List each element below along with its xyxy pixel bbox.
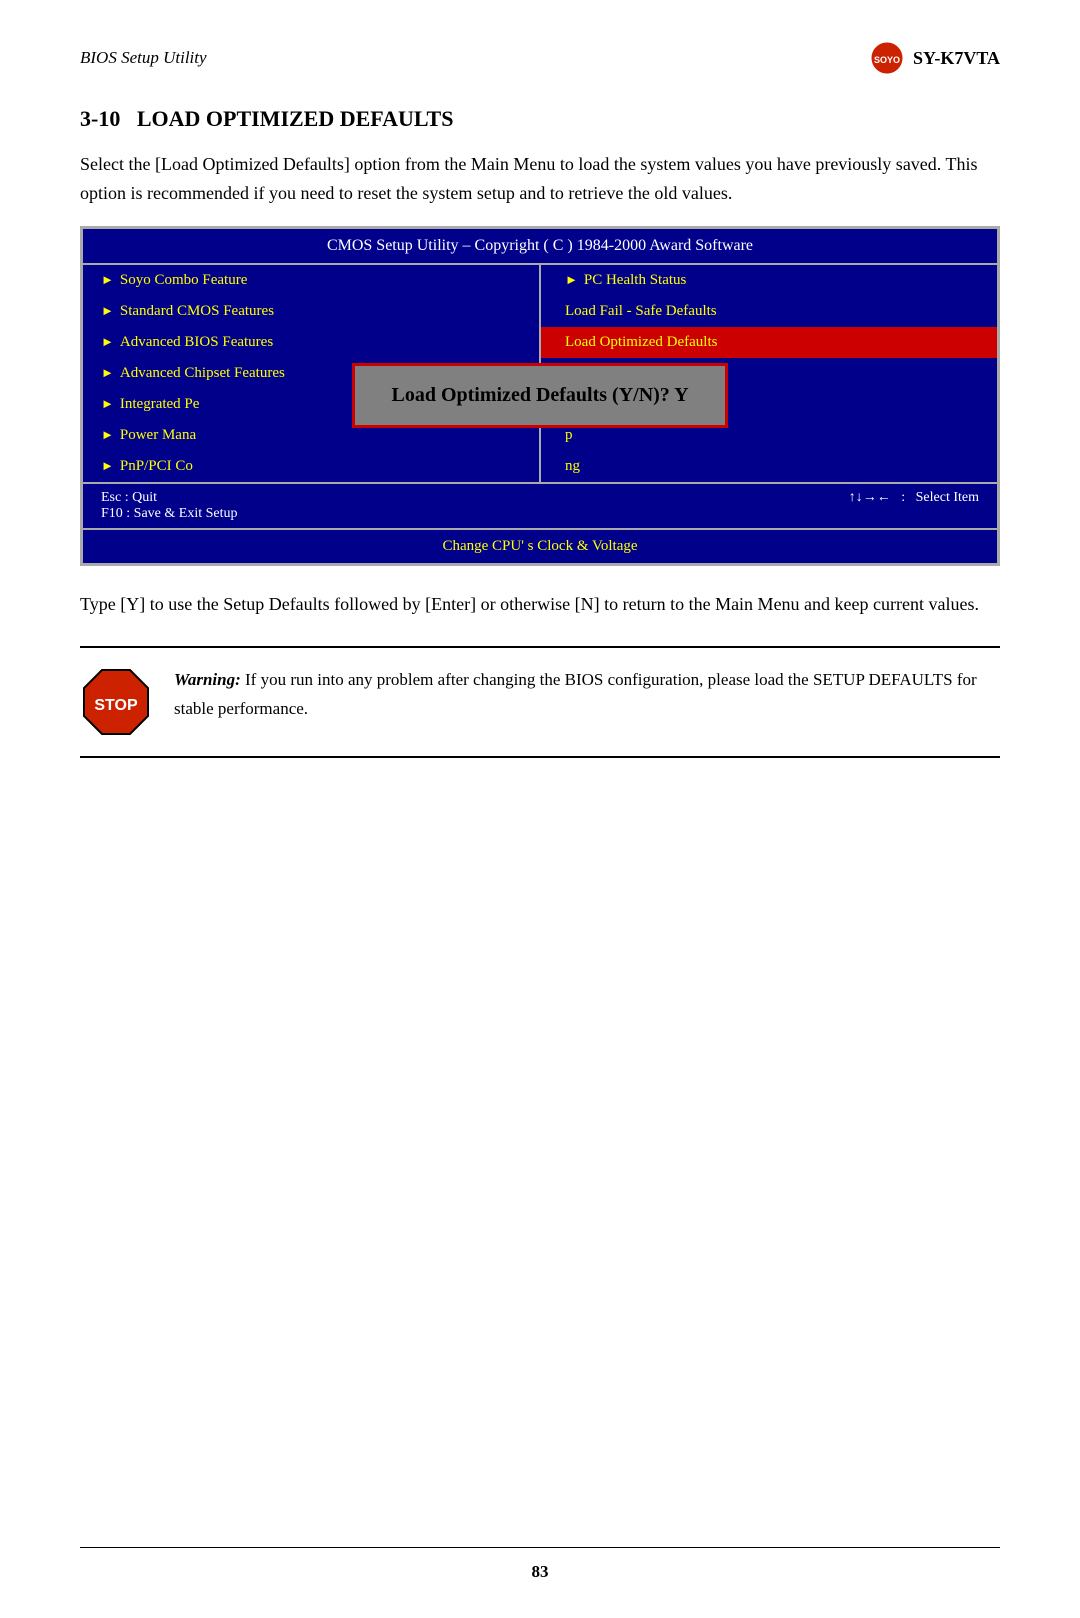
arrow-icon: ► (101, 458, 114, 474)
page: BIOS Setup Utility SOYO SY-K7VTA 3-10 LO… (0, 0, 1080, 1618)
warning-bold: Warning: (174, 670, 241, 689)
arrow-icon: ► (565, 272, 578, 288)
arrow-icon: ► (101, 427, 114, 443)
bios-item-soyo-combo[interactable]: ► Soyo Combo Feature (83, 265, 539, 296)
bios-screen: CMOS Setup Utility – Copyright ( C ) 198… (80, 226, 1000, 566)
bios-dialog-text: Load Optimized Defaults (Y/N)? Y (391, 384, 688, 406)
bios-dialog[interactable]: Load Optimized Defaults (Y/N)? Y (352, 363, 727, 428)
bios-footer-row-2: F10 : Save & Exit Setup (101, 506, 979, 522)
section-number: 3-10 (80, 106, 120, 131)
warning-text: Warning: If you run into any problem aft… (174, 666, 1000, 724)
arrow-icon: ► (101, 396, 114, 412)
svg-text:SOYO: SOYO (874, 55, 900, 65)
bios-item-label: PnP/PCI Co (120, 458, 193, 475)
bios-title-bar: CMOS Setup Utility – Copyright ( C ) 198… (83, 229, 997, 265)
bios-item-label: PC Health Status (584, 272, 687, 289)
bios-item-pnp[interactable]: ► PnP/PCI Co (83, 451, 539, 482)
bios-item-label: Load Optimized Defaults (565, 334, 717, 351)
bios-item-label: Standard CMOS Features (120, 303, 274, 320)
bios-item-label: Power Mana (120, 427, 196, 444)
intro-text: Select the [Load Optimized Defaults] opt… (80, 150, 1000, 208)
bottom-rule (80, 1547, 1000, 1548)
bios-item-right-6: ng (541, 451, 997, 482)
bios-item-label: Advanced Chipset Features (120, 365, 285, 382)
header-title: BIOS Setup Utility (80, 48, 207, 68)
bios-footer: Esc : Quit ↑↓→← : Select Item F10 : Save… (83, 482, 997, 528)
bios-item-pc-health[interactable]: ► PC Health Status (541, 265, 997, 296)
bios-bottom-bar: Change CPU' s Clock & Voltage (83, 528, 997, 563)
arrow-icon: ► (101, 272, 114, 288)
arrow-icon: ► (101, 303, 114, 319)
arrow-icon: ► (101, 365, 114, 381)
bios-esc-label: Esc : Quit (101, 490, 157, 506)
header-model: SY-K7VTA (913, 48, 1000, 69)
header-right: SOYO SY-K7VTA (869, 40, 1000, 76)
stop-sign-icon: STOP (80, 666, 152, 738)
bios-item-advanced-bios[interactable]: ► Advanced BIOS Features (83, 327, 539, 358)
bios-item-label: Load Fail - Safe Defaults (565, 303, 717, 320)
section-title: LOAD OPTIMIZED DEFAULTS (137, 106, 454, 131)
page-number: 83 (532, 1562, 549, 1582)
arrow-icon: ► (101, 334, 114, 350)
bios-f10-label: F10 : Save & Exit Setup (101, 506, 238, 521)
bios-item-label: p (565, 427, 573, 444)
bios-item-load-optimized[interactable]: Load Optimized Defaults (541, 327, 997, 358)
bios-item-label: Soyo Combo Feature (120, 272, 248, 289)
soyo-logo-icon: SOYO (869, 40, 905, 76)
bios-item-label: ng (565, 458, 580, 475)
section-heading: 3-10 LOAD OPTIMIZED DEFAULTS (80, 106, 1000, 132)
bios-arrows-label: ↑↓→← : Select Item (849, 490, 979, 506)
post-bios-text: Type [Y] to use the Setup Defaults follo… (80, 590, 1000, 619)
bios-item-load-failsafe[interactable]: Load Fail - Safe Defaults (541, 296, 997, 327)
svg-text:STOP: STOP (94, 697, 138, 714)
header: BIOS Setup Utility SOYO SY-K7VTA (80, 40, 1000, 76)
bios-footer-row-1: Esc : Quit ↑↓→← : Select Item (101, 490, 979, 506)
bios-item-label: Advanced BIOS Features (120, 334, 273, 351)
bios-item-label: Integrated Pe (120, 396, 200, 413)
warning-body: If you run into any problem after changi… (174, 670, 977, 718)
warning-section: STOP Warning: If you run into any proble… (80, 646, 1000, 758)
bios-item-standard-cmos[interactable]: ► Standard CMOS Features (83, 296, 539, 327)
